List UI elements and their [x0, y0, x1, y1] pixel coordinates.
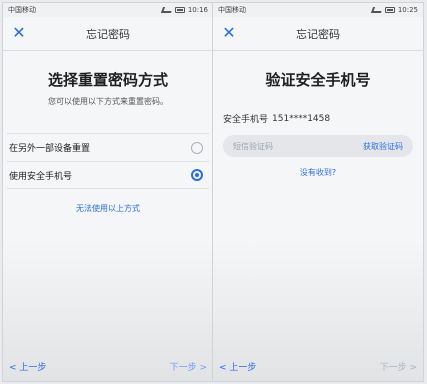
page-title: 验证安全手机号 — [265, 71, 371, 89]
sms-code-field: 获取验证码 — [223, 135, 413, 157]
status-bar: 中国移动 10:16 — [3, 3, 213, 17]
get-code-button[interactable]: 获取验证码 — [363, 141, 403, 152]
reset-options-list: 在另外一部设备重置 使用安全手机号 — [3, 133, 213, 189]
secure-phone-row: 安全手机号 151****1458 — [223, 112, 413, 126]
phone-number: 151****1458 — [272, 113, 331, 124]
sms-code-input[interactable] — [233, 141, 323, 151]
radio-unchecked-icon[interactable] — [191, 141, 203, 154]
status-time: 10:16 — [187, 6, 208, 14]
signal-icon — [370, 7, 383, 13]
nav-bar: ✕ 忘记密码 — [3, 17, 213, 51]
status-bar: 中国移动 10:25 — [213, 3, 423, 17]
page-title: 选择重置密码方式 — [47, 71, 168, 89]
option-label: 在另外一部设备重置 — [9, 144, 91, 154]
signal-icon — [160, 7, 173, 13]
status-time: 10:25 — [397, 6, 418, 14]
previous-step-button[interactable]: < 上一步 — [9, 360, 46, 373]
page-subtitle: 您可以使用以下方式来重置密码。 — [48, 97, 168, 106]
alternative-method-link[interactable]: 无法使用以上方式 — [3, 203, 213, 214]
bottom-nav: < 上一步 下一步 > — [3, 357, 213, 375]
option-other-device[interactable]: 在另外一部设备重置 — [7, 133, 209, 161]
next-step-button[interactable]: 下一步 > — [380, 360, 417, 373]
carrier-label: 中国移动 — [8, 6, 36, 14]
left-phone-screen: 中国移动 10:16 ✕ 忘记密码 选择重置密码方式 您可以使用以下方式来重置密… — [2, 2, 214, 382]
nav-title: 忘记密码 — [86, 27, 130, 41]
battery-icon — [384, 7, 395, 13]
nav-title: 忘记密码 — [296, 27, 340, 41]
not-received-link[interactable]: 没有收到? — [213, 167, 423, 178]
previous-step-button[interactable]: < 上一步 — [219, 360, 256, 373]
close-icon[interactable]: ✕ — [219, 23, 239, 43]
radio-checked-icon[interactable] — [191, 169, 203, 181]
right-phone-screen: 中国移动 10:25 ✕ 忘记密码 验证安全手机号 安全手机号 151****1… — [212, 2, 424, 382]
bottom-nav: < 上一步 下一步 > — [213, 357, 423, 375]
carrier-label: 中国移动 — [218, 6, 246, 14]
option-label: 使用安全手机号 — [9, 171, 73, 182]
next-step-button[interactable]: 下一步 > — [170, 360, 207, 373]
phone-label: 安全手机号 — [223, 115, 269, 125]
nav-bar: ✕ 忘记密码 — [213, 17, 423, 51]
close-icon[interactable]: ✕ — [9, 23, 29, 43]
battery-icon — [174, 7, 185, 13]
option-secure-phone[interactable]: 使用安全手机号 — [7, 161, 209, 189]
